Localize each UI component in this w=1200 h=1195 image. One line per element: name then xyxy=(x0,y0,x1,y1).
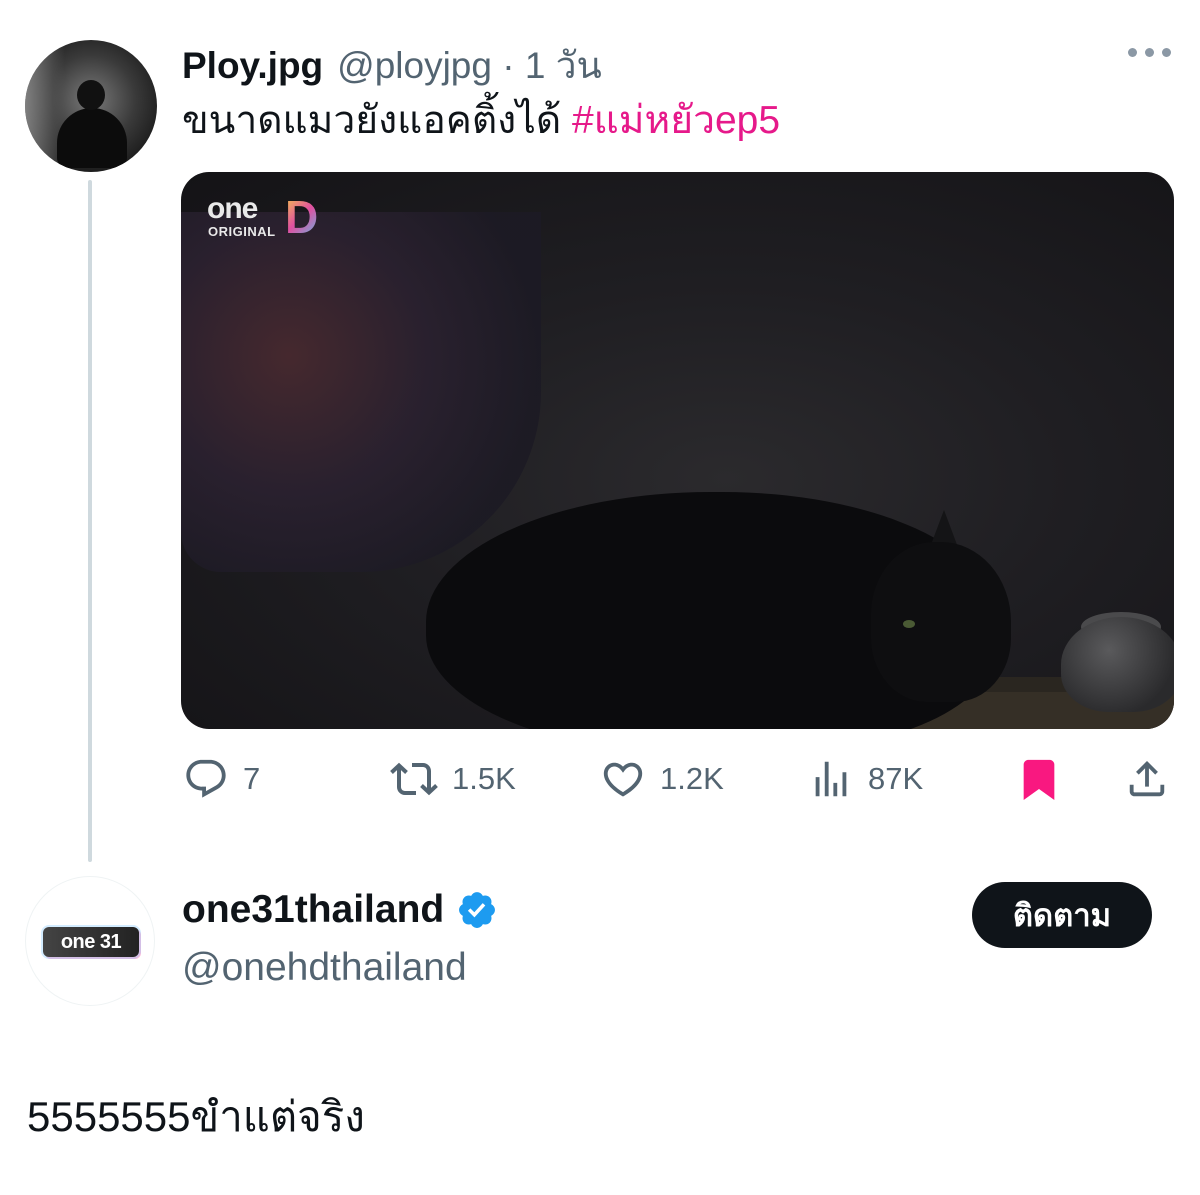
share-icon xyxy=(1129,760,1165,797)
repost-count: 1.5K xyxy=(452,761,516,796)
follow-button[interactable]: ติดตาม xyxy=(972,882,1152,948)
views-button[interactable]: 87K xyxy=(808,752,923,806)
one31-logo-text: one 31 xyxy=(60,930,122,953)
reply-handle[interactable]: @onehdthailand xyxy=(182,946,467,990)
media-cat-eye xyxy=(903,620,915,628)
media-background-fabric xyxy=(181,212,541,572)
thread-line xyxy=(88,180,92,862)
bookmark-button[interactable] xyxy=(1016,752,1062,806)
tweet-media[interactable] xyxy=(181,172,1174,729)
one31-logo: one 31 xyxy=(43,927,139,957)
watermark-one: one xyxy=(207,192,258,225)
reply-text: 5555555ขำแต่จริง xyxy=(27,1093,365,1140)
tweet-text: ขนาดแมวยังแอคติ้งได้ #แม่หยัวep5 xyxy=(182,96,780,146)
avatar[interactable] xyxy=(25,40,157,172)
bookmark-icon xyxy=(1023,759,1055,800)
like-button[interactable]: 1.2K xyxy=(600,752,724,806)
more-dot xyxy=(1145,48,1154,57)
reply-icon xyxy=(186,759,226,798)
reply-display-name[interactable]: one31thailand xyxy=(182,888,444,932)
watermark-d: D xyxy=(285,191,319,243)
reply-avatar[interactable]: one 31 xyxy=(25,876,155,1006)
avatar-photo-head xyxy=(77,80,105,110)
like-count: 1.2K xyxy=(660,761,724,796)
verified-badge-icon xyxy=(459,892,496,928)
more-dot xyxy=(1128,48,1137,57)
tweet-text-body: ขนาดแมวยังแอคติ้งได้ xyxy=(182,99,572,142)
display-name[interactable]: Ploy.jpg xyxy=(182,45,323,87)
like-icon xyxy=(603,762,643,797)
reply-button[interactable]: 7 xyxy=(183,752,260,806)
media-pot xyxy=(1061,617,1174,712)
watermark-original: ORIGINAL xyxy=(208,224,276,239)
reply-count: 7 xyxy=(243,761,261,796)
avatar-photo-figure xyxy=(57,108,127,168)
more-dot xyxy=(1162,48,1171,57)
channel-watermark-logo: one D ORIGINAL xyxy=(207,192,325,244)
share-button[interactable] xyxy=(1124,752,1170,806)
tweet-header: Ploy.jpg @ployjpg · 1 วัน xyxy=(182,36,602,86)
repost-icon xyxy=(390,762,438,796)
hashtag-link[interactable]: #แม่หยัวep5 xyxy=(572,99,780,142)
media-cat-head xyxy=(871,542,1011,702)
views-icon xyxy=(815,761,847,797)
reply-header: one31thailand xyxy=(182,888,498,932)
handle-and-time[interactable]: @ployjpg · 1 วัน xyxy=(337,36,602,95)
views-count: 87K xyxy=(868,761,924,796)
more-icon[interactable] xyxy=(1128,48,1172,60)
repost-button[interactable]: 1.5K xyxy=(390,752,516,806)
